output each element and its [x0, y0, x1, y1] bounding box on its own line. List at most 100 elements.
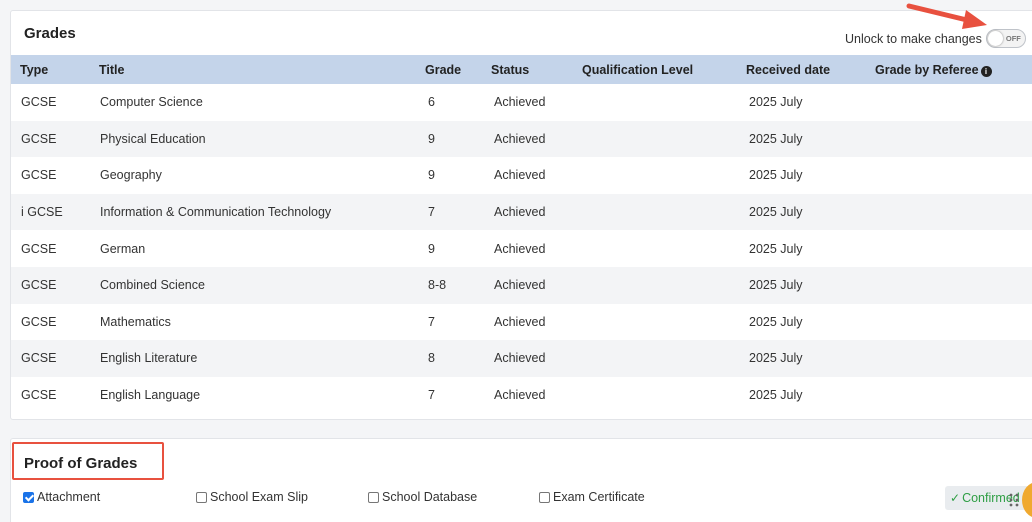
- table-row: GCSE German 9 Achieved 2025 July: [11, 230, 1032, 267]
- cell-title: Geography: [100, 168, 162, 183]
- table-row: GCSE Geography 9 Achieved 2025 July: [11, 157, 1032, 194]
- cell-type: GCSE: [21, 314, 57, 329]
- cell-referee: [875, 340, 1032, 377]
- table-row: i GCSE Information & Communication Techno…: [11, 193, 1032, 231]
- cell-received: 2025 July: [749, 314, 803, 329]
- cell-title: English Literature: [99, 340, 425, 377]
- cell-type: GCSE: [21, 241, 57, 256]
- cell-qualification: [582, 377, 746, 414]
- cell-referee: [875, 230, 1032, 267]
- check-icon: ✓: [950, 491, 961, 505]
- cell-qualification: [582, 266, 746, 304]
- checkbox-label: School Exam Slip: [210, 490, 308, 504]
- cell-status: Achieved: [491, 340, 582, 377]
- table-row: GCSE Combined Science 8-8 Achieved 2025 July: [11, 266, 1032, 304]
- cell-qualification: [582, 157, 746, 194]
- cell-title: Physical Education: [99, 120, 425, 158]
- cell-received: 2025 July: [746, 120, 875, 158]
- school-exam-slip-checkbox[interactable]: School Exam Slip: [196, 490, 308, 504]
- col-header-referee[interactable]: Grade by Referee i: [875, 55, 1032, 84]
- cell-grade: 9: [425, 120, 491, 158]
- cell-title: Combined Science: [99, 266, 425, 304]
- cell-title: Mathematics: [100, 314, 171, 329]
- school-database-checkbox[interactable]: School Database: [368, 490, 477, 504]
- col-header-grade[interactable]: Grade: [425, 55, 491, 84]
- cell-title: Information & Communication Technology: [99, 193, 425, 231]
- cell-referee: [875, 304, 1032, 341]
- cell-status: Achieved: [491, 266, 582, 304]
- grades-table-body: GCSE Computer Science 6 Achieved 2025 July GC…: [11, 84, 1032, 413]
- annotation-arrow: [906, 3, 987, 29]
- cell-type: GCSE: [21, 95, 57, 110]
- cell-received: 2025 July: [749, 95, 803, 110]
- cell-title: English Language: [100, 388, 201, 403]
- cell-grade: 9: [428, 241, 435, 256]
- cell-grade: 7: [425, 193, 491, 231]
- table-row: GCSE Computer Science 6 Achieved 2025 July: [11, 84, 1032, 121]
- checkbox-label: Attachment: [37, 490, 101, 504]
- cell-grade: 8: [425, 340, 491, 377]
- info-icon[interactable]: i: [980, 65, 992, 77]
- cell-qualification: [582, 230, 746, 267]
- cell-status: Achieved: [494, 388, 546, 403]
- cell-grade: 7: [428, 314, 435, 329]
- col-header-qualification[interactable]: Qualification Level: [582, 55, 746, 84]
- drag-grip-icon[interactable]: [1008, 490, 1020, 510]
- cell-received: 2025 July: [749, 168, 803, 183]
- cell-received: 2025 July: [746, 266, 875, 304]
- cell-type: GCSE: [11, 120, 99, 158]
- cell-referee: [875, 120, 1032, 158]
- checkbox-box[interactable]: [196, 491, 207, 503]
- cell-grade: 9: [428, 168, 435, 183]
- toggle-state-text: OFF: [1005, 34, 1021, 43]
- cell-status: Achieved: [494, 314, 546, 329]
- cell-title: Computer Science: [100, 95, 203, 110]
- cell-status: Achieved: [491, 193, 582, 231]
- table-row: GCSE English Language 7 Achieved 2025 July: [11, 377, 1032, 414]
- attachment-checkbox[interactable]: Attachment: [23, 490, 100, 504]
- cell-status: Achieved: [494, 95, 546, 110]
- cell-status: Achieved: [491, 120, 582, 158]
- grades-title: Grades: [24, 25, 76, 42]
- cell-qualification: [582, 193, 746, 231]
- checkbox-label: Exam Certificate: [553, 490, 645, 504]
- cell-grade: 6: [428, 95, 435, 110]
- proof-title: Proof of Grades: [24, 455, 138, 472]
- cell-qualification: [582, 84, 746, 121]
- col-header-title[interactable]: Title: [99, 55, 425, 84]
- cell-type: GCSE: [21, 168, 57, 183]
- proof-of-grades-panel: Proof of Grades Attachment School Exam S…: [10, 438, 1032, 522]
- col-header-status[interactable]: Status: [491, 55, 582, 84]
- cell-type: i GCSE: [11, 193, 99, 231]
- cell-qualification: [582, 304, 746, 341]
- cell-qualification: [582, 340, 746, 377]
- cell-type: GCSE: [21, 388, 57, 403]
- cell-qualification: [582, 120, 746, 158]
- cell-referee: [875, 84, 1032, 121]
- cell-received: 2025 July: [749, 388, 803, 403]
- table-row: GCSE Mathematics 7 Achieved 2025 July: [11, 304, 1032, 341]
- grades-table: Type Title Grade Status Qualification Le…: [11, 55, 1032, 413]
- col-header-referee-label: Grade by Referee: [875, 62, 979, 77]
- checkbox-box[interactable]: [368, 491, 379, 503]
- checkbox-box[interactable]: [23, 491, 34, 503]
- cell-referee: [875, 193, 1032, 231]
- cell-grade: 8-8: [425, 266, 491, 304]
- cell-grade: 7: [428, 388, 435, 403]
- cell-type: GCSE: [11, 340, 99, 377]
- grades-panel: Grades Unlock to make changes OFF Type T…: [10, 10, 1032, 420]
- checkbox-label: School Database: [382, 490, 478, 504]
- table-row: GCSE Physical Education 9 Achieved 2025 July: [11, 120, 1032, 158]
- checkbox-box[interactable]: [539, 491, 550, 503]
- cell-received: 2025 July: [746, 193, 875, 231]
- cell-referee: [875, 157, 1032, 194]
- col-header-received[interactable]: Received date: [746, 55, 875, 84]
- exam-certificate-checkbox[interactable]: Exam Certificate: [539, 490, 645, 504]
- cell-status: Achieved: [494, 241, 546, 256]
- cell-received: 2025 July: [746, 340, 875, 377]
- cell-status: Achieved: [494, 168, 546, 183]
- col-header-type[interactable]: Type: [11, 55, 99, 84]
- cell-type: GCSE: [11, 266, 99, 304]
- cell-referee: [875, 266, 1032, 304]
- cell-received: 2025 July: [749, 241, 803, 256]
